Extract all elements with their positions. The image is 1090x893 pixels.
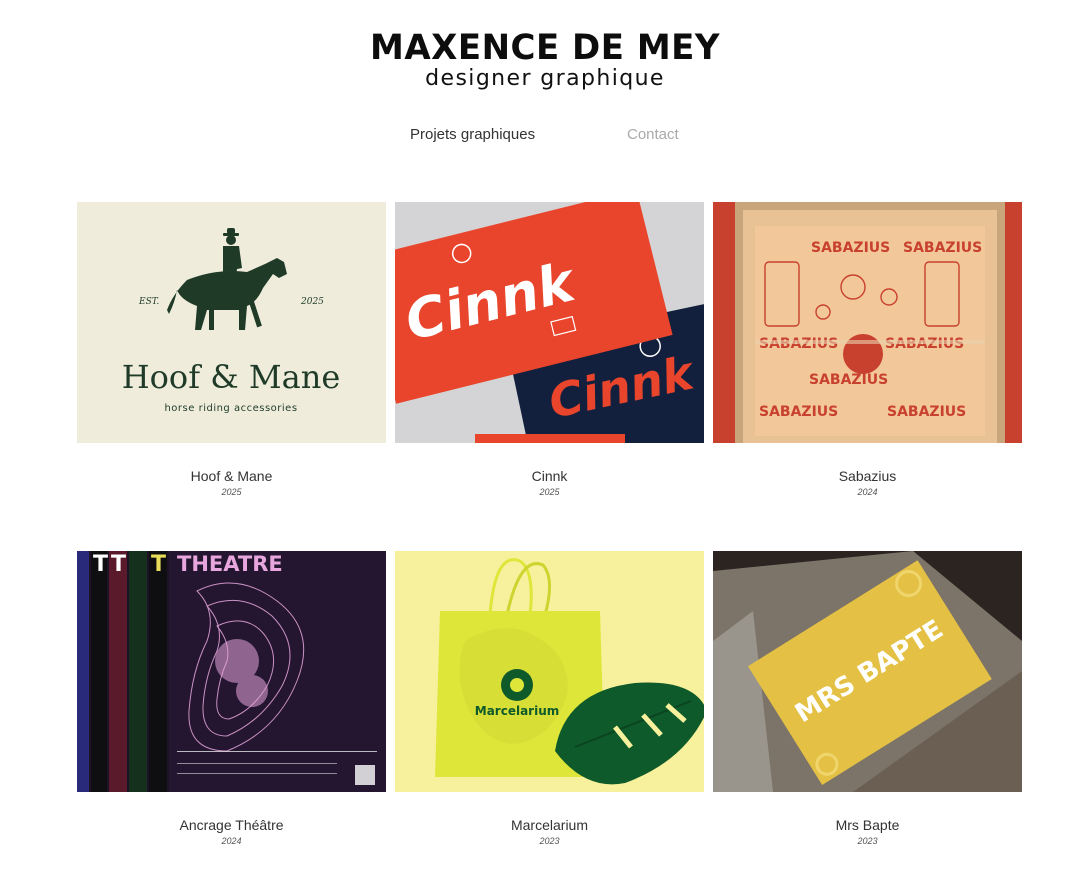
project-card-sabazius[interactable]: SABAZIUS SABAZIUS SABAZIUS SABAZIUS SABA… bbox=[713, 202, 1022, 498]
hoof-est-text: EST. bbox=[138, 297, 159, 307]
svg-text:T: T bbox=[111, 552, 126, 577]
svg-text:SABAZIUS: SABAZIUS bbox=[903, 240, 982, 256]
project-title[interactable]: Sabazius bbox=[713, 468, 1022, 484]
project-card-hoof-mane[interactable]: EST. 2025 Hoof & Mane horse riding acces… bbox=[77, 202, 386, 498]
main-nav: Projets graphiques Contact bbox=[0, 126, 1090, 150]
project-image-sabazius[interactable]: SABAZIUS SABAZIUS SABAZIUS SABAZIUS SABA… bbox=[713, 202, 1022, 443]
theatre-heading: THEATRE bbox=[177, 552, 283, 576]
project-caption: Cinnk 2025 bbox=[395, 468, 704, 498]
hoof-tagline: horse riding accessories bbox=[164, 403, 297, 414]
project-year: 2024 bbox=[221, 836, 242, 846]
project-year: 2025 bbox=[221, 487, 242, 497]
marcelarium-wordmark: Marcelarium bbox=[475, 704, 560, 718]
project-title[interactable]: Mrs Bapte bbox=[713, 817, 1022, 833]
project-image-marcelarium[interactable]: Marcelarium bbox=[395, 551, 704, 792]
project-image-mrs-bapte[interactable]: MRS BAPTE bbox=[713, 551, 1022, 792]
nav-item-projets[interactable]: Projets graphiques bbox=[410, 126, 535, 143]
project-image-hoof-mane[interactable]: EST. 2025 Hoof & Mane horse riding acces… bbox=[77, 202, 386, 443]
project-card-cinnk[interactable]: Cinnk Cinnk Cinnk 2025 bbox=[395, 202, 704, 498]
project-caption: Ancrage Théâtre 2024 bbox=[77, 817, 386, 847]
site-logo-subtitle: designer graphique bbox=[425, 66, 665, 91]
project-caption: Mrs Bapte 2023 bbox=[713, 817, 1022, 847]
svg-text:SABAZIUS: SABAZIUS bbox=[887, 404, 966, 420]
svg-text:SABAZIUS: SABAZIUS bbox=[809, 372, 888, 388]
project-title[interactable]: Cinnk bbox=[395, 468, 704, 484]
project-year: 2024 bbox=[857, 487, 878, 497]
site-header: MAXENCE DE MEY designer graphique bbox=[0, 28, 1090, 92]
project-year: 2023 bbox=[539, 836, 560, 846]
project-card-ancrage-theatre[interactable]: T T T THEATRE Ancrage Théâtre 2024 bbox=[77, 551, 386, 847]
project-title[interactable]: Hoof & Mane bbox=[77, 468, 386, 484]
project-image-ancrage-theatre[interactable]: T T T THEATRE bbox=[77, 551, 386, 792]
nav-item-contact[interactable]: Contact bbox=[627, 126, 679, 143]
site-logo-name[interactable]: MAXENCE DE MEY bbox=[0, 28, 1090, 69]
project-year: 2025 bbox=[539, 487, 560, 497]
project-caption: Marcelarium 2023 bbox=[395, 817, 704, 847]
project-image-cinnk[interactable]: Cinnk Cinnk bbox=[395, 202, 704, 443]
project-title[interactable]: Marcelarium bbox=[395, 817, 704, 833]
svg-text:SABAZIUS: SABAZIUS bbox=[759, 404, 838, 420]
hoof-wordmark: Hoof & Mane bbox=[122, 358, 341, 396]
project-card-mrs-bapte[interactable]: MRS BAPTE Mrs Bapte 2023 bbox=[713, 551, 1022, 847]
project-card-marcelarium[interactable]: Marcelarium Marcelarium 2023 bbox=[395, 551, 704, 847]
project-title[interactable]: Ancrage Théâtre bbox=[77, 817, 386, 833]
svg-text:T: T bbox=[93, 552, 108, 577]
hoof-year-mark: 2025 bbox=[300, 297, 324, 307]
project-caption: Sabazius 2024 bbox=[713, 468, 1022, 498]
project-caption: Hoof & Mane 2025 bbox=[77, 468, 386, 498]
svg-text:T: T bbox=[151, 552, 166, 577]
sabazius-wordmark: SABAZIUS bbox=[811, 240, 890, 256]
project-year: 2023 bbox=[857, 836, 878, 846]
